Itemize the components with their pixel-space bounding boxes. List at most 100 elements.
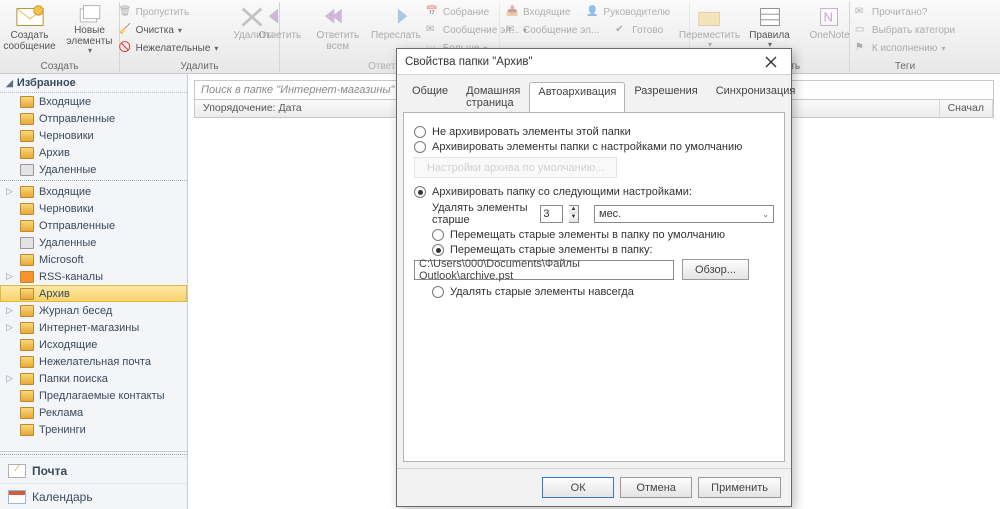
folder-item[interactable]: Удаленные (0, 234, 187, 251)
radio-icon (432, 229, 444, 241)
folder-item[interactable]: Предлагаемые контакты (0, 387, 187, 404)
radio-icon (432, 244, 444, 256)
move-default-option[interactable]: Перемещать старые элементы в папку по ум… (432, 229, 774, 241)
archive-path-input[interactable]: C:\Users\000\Documents\Файлы Outlook\arc… (414, 260, 674, 280)
dialog-tab[interactable]: Разрешения (625, 81, 706, 112)
dialog-tabs: ОбщиеДомашняя страницаАвтоархивацияРазре… (397, 75, 791, 112)
dialog-tab[interactable]: Автоархивация (529, 82, 625, 113)
mail-module-button[interactable]: Почта (0, 457, 187, 483)
new-items-label: Новые элементы (62, 25, 118, 47)
svg-text:N: N (823, 10, 832, 25)
folder-icon (20, 424, 34, 436)
folder-pane: ◢ Избранное ВходящиеОтправленныеЧерновик… (0, 74, 188, 509)
folder-icon (20, 339, 34, 351)
folder-item[interactable]: Отправленные (0, 217, 187, 234)
dialog-title: Свойства папки "Архив" (405, 56, 533, 68)
qs-done[interactable]: ✔Готово (615, 22, 663, 39)
folder-item[interactable]: ▷Журнал бесед (0, 302, 187, 319)
new-items-button[interactable]: Новые элементы▾ (62, 2, 118, 56)
folder-icon (20, 288, 34, 300)
qs-msg[interactable]: ✉Сообщение эл... (506, 22, 599, 39)
reply-button[interactable]: Ответить (252, 2, 308, 56)
folder-properties-dialog: Свойства папки "Архив" ОбщиеДомашняя стр… (396, 48, 792, 507)
age-unit-combo[interactable]: мес.⌄ (594, 205, 774, 223)
expand-icon: ▷ (6, 322, 16, 333)
favorites-header[interactable]: ◢ Избранное (0, 74, 187, 93)
dialog-titlebar: Свойства папки "Архив" (397, 49, 791, 75)
favorite-folder[interactable]: Отправленные (0, 110, 187, 127)
opt-default-archive[interactable]: Архивировать элементы папки с настройкам… (414, 141, 774, 153)
folder-icon (20, 254, 34, 266)
calendar-module-button[interactable]: Календарь (0, 483, 187, 509)
favorite-folder[interactable]: Удаленные (0, 161, 187, 178)
opt-custom-archive[interactable]: Архивировать папку со следующими настрой… (414, 186, 774, 198)
folder-icon (20, 96, 34, 108)
spinner-buttons[interactable]: ▲▼ (569, 205, 579, 223)
ok-button[interactable]: ОК (542, 477, 614, 498)
mark-read-button[interactable]: ✉Прочитано? (855, 4, 955, 21)
expand-icon: ▷ (6, 373, 16, 384)
qs-inbox[interactable]: 📥Входящие (506, 4, 570, 21)
folder-item[interactable]: ▷Папки поиска (0, 370, 187, 387)
folder-item[interactable]: Исходящие (0, 336, 187, 353)
dialog-footer: ОК Отмена Применить (397, 468, 791, 506)
dialog-tab[interactable]: Синхронизация (707, 81, 805, 112)
group-tags-label: Теги (850, 61, 960, 72)
folder-item[interactable]: ▷Входящие (0, 183, 187, 200)
folder-item[interactable]: ▷Интернет-магазины (0, 319, 187, 336)
favorite-folder[interactable]: Входящие (0, 93, 187, 110)
cleanup-button[interactable]: 🧹Очистка▾ (119, 22, 219, 39)
folder-icon (20, 130, 34, 142)
expand-icon: ▷ (6, 271, 16, 282)
autoarchive-panel: Не архивировать элементы этой папки Архи… (403, 112, 785, 462)
expand-icon: ▷ (6, 186, 16, 197)
reply-all-button[interactable]: Ответить всем (310, 2, 366, 56)
folder-icon (20, 113, 34, 125)
folder-icon (20, 164, 34, 176)
folder-item[interactable]: ▷RSS-каналы (0, 268, 187, 285)
junk-button[interactable]: 🚫Нежелательные▾ (119, 40, 219, 57)
sort-direction[interactable]: Сначал (940, 100, 993, 117)
folder-item[interactable]: Архив (0, 285, 187, 302)
radio-icon (414, 126, 426, 138)
folder-icon (20, 203, 34, 215)
close-icon (765, 56, 777, 68)
folder-item[interactable]: Черновики (0, 200, 187, 217)
dialog-tab[interactable]: Домашняя страница (457, 81, 529, 112)
mail-icon (8, 464, 26, 478)
folder-icon (20, 373, 34, 385)
qs-manager[interactable]: 👤Руководителю (586, 4, 670, 21)
calendar-icon (8, 490, 26, 504)
folder-item[interactable]: Тренинги (0, 421, 187, 438)
browse-button[interactable]: Обзор... (682, 259, 749, 280)
opt-no-archive[interactable]: Не архивировать элементы этой папки (414, 126, 774, 138)
skip-button[interactable]: 🗑Пропустить (119, 4, 219, 21)
collapse-icon: ◢ (6, 78, 13, 89)
folder-icon (20, 390, 34, 402)
move-tofolder-option[interactable]: Перемещать старые элементы в папку: (432, 244, 774, 256)
default-settings-button: Настройки архива по умолчанию... (414, 157, 617, 178)
folder-icon (20, 356, 34, 368)
cancel-button[interactable]: Отмена (620, 477, 692, 498)
categorize-button[interactable]: ▭Выбрать категори (855, 22, 955, 39)
folder-item[interactable]: Реклама (0, 404, 187, 421)
folder-icon (20, 322, 34, 334)
dialog-tab[interactable]: Общие (403, 81, 457, 112)
folder-item[interactable]: Нежелательная почта (0, 353, 187, 370)
radio-icon (432, 286, 444, 298)
close-button[interactable] (751, 49, 791, 74)
new-mail-button[interactable]: Создать сообщение (2, 2, 58, 56)
folder-icon (20, 237, 34, 249)
favorite-folder[interactable]: Архив (0, 144, 187, 161)
folder-icon (20, 220, 34, 232)
favorite-folder[interactable]: Черновики (0, 127, 187, 144)
delete-permanently-option[interactable]: Удалять старые элементы навсегда (432, 286, 774, 298)
folder-item[interactable]: Microsoft (0, 251, 187, 268)
age-spinner[interactable]: 3 (540, 205, 563, 223)
group-delete-label: Удалить (120, 61, 279, 72)
folder-icon (20, 305, 34, 317)
folder-icon (20, 271, 34, 283)
group-create-label: Создать (0, 61, 119, 72)
followup-button[interactable]: ⚑К исполнению▾ (855, 40, 955, 57)
apply-button[interactable]: Применить (698, 477, 781, 498)
